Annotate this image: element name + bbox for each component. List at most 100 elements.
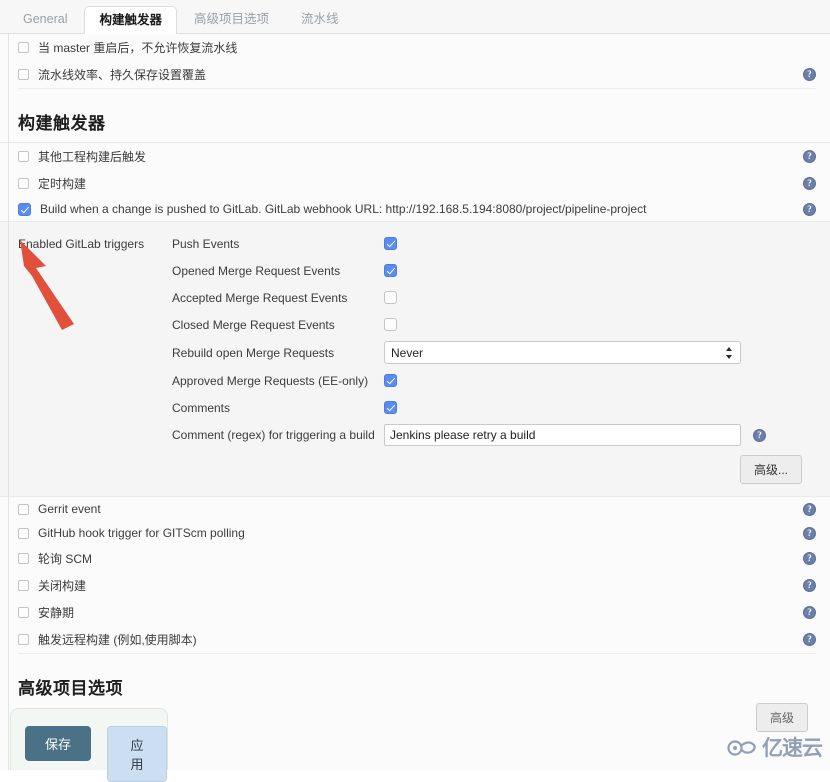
- config-form-body: 当 master 重启后，不允许恢复流水线 流水线效率、持久保存设置覆盖 ? 构…: [0, 34, 830, 782]
- help-icon-durability[interactable]: ?: [803, 68, 816, 81]
- trigger-row-remote-build[interactable]: 触发远程构建 (例如,使用脚本) ?: [18, 626, 816, 654]
- checkbox-approved-merge-requests[interactable]: [384, 374, 397, 387]
- cloud-logo-icon: [727, 740, 756, 756]
- checkbox-after-other-projects[interactable]: [18, 151, 29, 162]
- checkbox-poll-scm[interactable]: [18, 553, 29, 564]
- trigger-row-gitlab-push[interactable]: Build when a change is pushed to GitLab.…: [18, 197, 816, 221]
- checkbox-push-events[interactable]: [384, 237, 397, 250]
- gitlab-row-accepted-mr: Accepted Merge Request Events: [0, 284, 816, 311]
- save-button[interactable]: 保存: [25, 726, 92, 761]
- input-comment-regex[interactable]: [384, 424, 741, 446]
- field-label-enabled-gitlab-triggers: Enabled GitLab triggers: [18, 236, 145, 251]
- trigger-label-github-hook: GitHub hook trigger for GITScm polling: [38, 526, 245, 540]
- option-row-no-resume[interactable]: 当 master 重启后，不允许恢复流水线: [18, 34, 816, 61]
- gitlab-label-comments: Comments: [172, 400, 231, 415]
- trigger-row-quiet-period[interactable]: 安静期 ?: [18, 599, 816, 626]
- option-row-durability[interactable]: 流水线效率、持久保存设置覆盖 ?: [18, 61, 816, 89]
- watermark-text: 亿速云: [762, 736, 823, 760]
- trigger-row-disable-build[interactable]: 关闭构建 ?: [18, 572, 816, 599]
- save-apply-container: 保存 应用: [10, 708, 168, 782]
- help-icon-after-other-projects[interactable]: ?: [803, 150, 816, 163]
- tab-pipeline[interactable]: 流水线: [286, 5, 354, 34]
- trigger-row-gerrit-event[interactable]: Gerrit event ?: [18, 497, 816, 521]
- gitlab-label-opened-mr: Opened Merge Request Events: [172, 263, 341, 278]
- config-tab-bar: General 构建触发器 高级项目选项 流水线: [0, 0, 830, 34]
- gitlab-label-rebuild-open-mr: Rebuild open Merge Requests: [172, 345, 335, 360]
- tab-advanced-project-options[interactable]: 高级项目选项: [179, 5, 284, 34]
- trigger-row-poll-scm[interactable]: 轮询 SCM ?: [18, 545, 816, 572]
- help-icon-poll-scm[interactable]: ?: [803, 552, 816, 565]
- trigger-label-disable-build: 关闭构建: [38, 579, 87, 593]
- trigger-row-after-other-projects[interactable]: 其他工程构建后触发 ?: [18, 143, 816, 170]
- help-icon-gitlab-push[interactable]: ?: [803, 202, 816, 216]
- gitlab-row-comments: Comments: [0, 394, 816, 421]
- select-rebuild-open-merge-requests[interactable]: Never: [384, 341, 741, 364]
- tab-general[interactable]: General: [8, 5, 82, 34]
- gitlab-control-push-events: [384, 237, 816, 250]
- gitlab-label-closed-mr: Closed Merge Request Events: [172, 317, 335, 332]
- trigger-label-quiet-period: 安静期: [38, 606, 75, 620]
- checkbox-no-resume[interactable]: [18, 42, 29, 53]
- gitlab-label-accepted-mr: Accepted Merge Request Events: [172, 290, 348, 305]
- help-icon-remote-build[interactable]: ?: [803, 633, 816, 646]
- gitlab-control-accepted-mr: [384, 291, 816, 304]
- gitlab-label-comment-regex: Comment (regex) for triggering a build: [172, 428, 375, 442]
- trigger-label-gerrit-event: Gerrit event: [38, 502, 101, 516]
- gitlab-row-closed-mr: Closed Merge Request Events: [0, 311, 816, 338]
- top-options-group: 当 master 重启后，不允许恢复流水线 流水线效率、持久保存设置覆盖 ?: [0, 34, 830, 89]
- option-label-durability: 流水线效率、持久保存设置覆盖: [38, 68, 207, 82]
- site-watermark: 亿速云: [727, 732, 823, 762]
- trigger-label-after-other-projects: 其他工程构建后触发: [38, 150, 147, 164]
- checkbox-build-periodically[interactable]: [18, 178, 29, 189]
- checkbox-quiet-period[interactable]: [18, 607, 29, 618]
- help-icon-quiet-period[interactable]: ?: [803, 606, 816, 619]
- gitlab-triggers-panel: Enabled GitLab triggers Push Events Open…: [0, 221, 830, 497]
- gitlab-advanced-button[interactable]: 高级...: [739, 455, 802, 484]
- section-title-advanced-project-options: 高级项目选项: [18, 679, 123, 698]
- gitlab-row-rebuild-open-mr: Rebuild open Merge Requests Never: [0, 338, 816, 367]
- gitlab-row-comment-regex: Comment (regex) for triggering a build ?: [0, 421, 816, 449]
- page-title-build-triggers: 构建触发器: [18, 114, 106, 133]
- build-triggers-group: 其他工程构建后触发 ? 定时构建 ? Build when a change i…: [0, 143, 830, 221]
- checkbox-trigger-remote-build[interactable]: [18, 634, 29, 645]
- trigger-row-github-hook[interactable]: GitHub hook trigger for GITScm polling ?: [18, 521, 816, 545]
- checkbox-gitlab-push[interactable]: [18, 202, 31, 216]
- gitlab-label-approved-mr: Approved Merge Requests (EE-only): [172, 373, 369, 388]
- gitlab-control-rebuild-open-mr: Never: [384, 341, 816, 364]
- checkbox-gerrit-event[interactable]: [18, 503, 29, 515]
- trigger-label-build-periodically: 定时构建: [38, 177, 87, 191]
- checkbox-accepted-merge-request-events[interactable]: [384, 291, 397, 304]
- gitlab-control-comments: [384, 401, 816, 414]
- gitlab-row-push-events: Enabled GitLab triggers Push Events: [0, 230, 816, 257]
- checkbox-disable-build[interactable]: [18, 580, 29, 591]
- option-label-no-resume: 当 master 重启后，不允许恢复流水线: [38, 41, 238, 55]
- form-action-bar: 高级 保存 应用: [0, 703, 830, 782]
- checkbox-comments[interactable]: [384, 401, 397, 414]
- trigger-label-gitlab-push: Build when a change is pushed to GitLab.…: [40, 202, 647, 216]
- gitlab-label-push-events: Push Events: [172, 236, 240, 251]
- select-wrapper-rebuild-open-mr: Never: [384, 341, 741, 364]
- trigger-label-poll-scm: 轮询 SCM: [38, 552, 93, 566]
- gitlab-control-opened-mr: [384, 264, 816, 277]
- gitlab-row-opened-mr: Opened Merge Request Events: [0, 257, 816, 284]
- checkbox-closed-merge-request-events[interactable]: [384, 318, 397, 331]
- gitlab-control-comment-regex: ?: [384, 424, 816, 446]
- advanced-button-bottom[interactable]: 高级: [755, 703, 808, 732]
- gitlab-control-approved-mr: [384, 374, 816, 387]
- help-icon-disable-build[interactable]: ?: [803, 579, 816, 592]
- help-icon-build-periodically[interactable]: ?: [803, 177, 816, 190]
- help-icon-comment-regex[interactable]: ?: [753, 428, 766, 442]
- gitlab-advanced-row: 高级...: [0, 449, 816, 486]
- trigger-label-remote-build: 触发远程构建 (例如,使用脚本): [38, 633, 197, 647]
- apply-button[interactable]: 应用: [107, 726, 167, 782]
- checkbox-github-hook-trigger[interactable]: [18, 527, 29, 539]
- other-triggers-group: Gerrit event ? GitHub hook trigger for G…: [0, 497, 830, 654]
- gitlab-row-approved-mr: Approved Merge Requests (EE-only): [0, 367, 816, 394]
- help-icon-github-hook[interactable]: ?: [803, 526, 816, 540]
- gitlab-control-closed-mr: [384, 318, 816, 331]
- checkbox-durability[interactable]: [18, 69, 29, 80]
- help-icon-gerrit-event[interactable]: ?: [803, 502, 816, 516]
- trigger-row-build-periodically[interactable]: 定时构建 ?: [18, 170, 816, 197]
- checkbox-opened-merge-request-events[interactable]: [384, 264, 397, 277]
- tab-build-triggers[interactable]: 构建触发器: [84, 5, 177, 34]
